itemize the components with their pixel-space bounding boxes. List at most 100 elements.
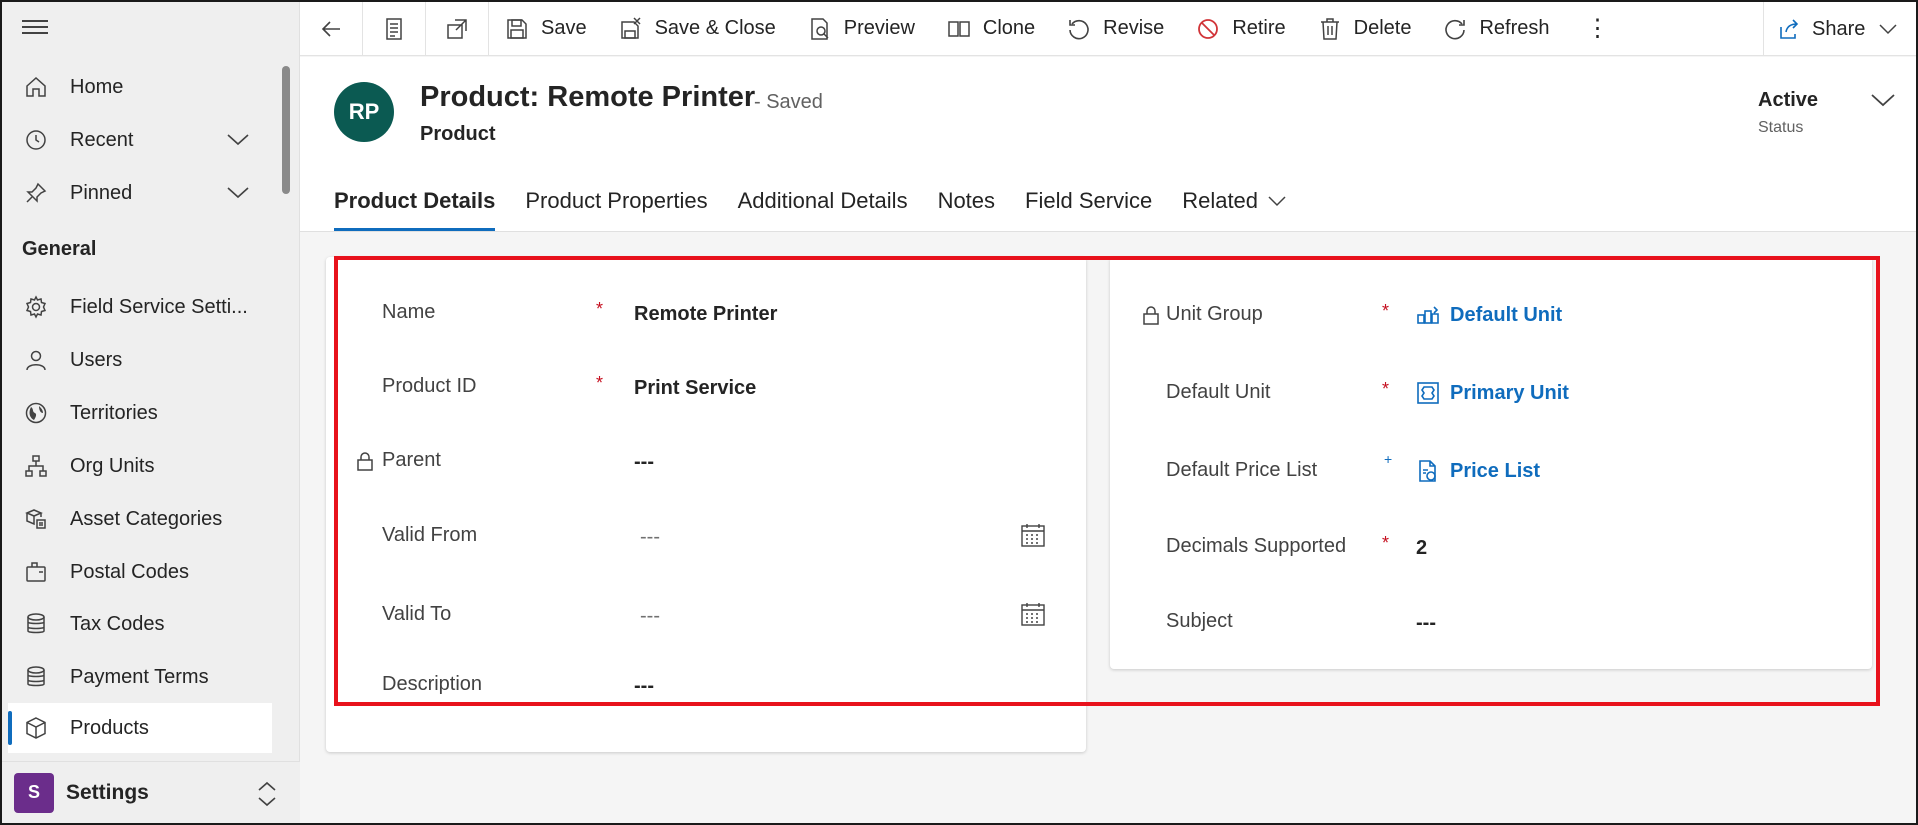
tab-additional-details[interactable]: Additional Details <box>738 171 908 231</box>
prohibited-icon <box>1198 18 1219 39</box>
sidebar-item-label: Tax Codes <box>70 612 165 635</box>
save-and-close-button[interactable]: Save & Close <box>603 2 792 56</box>
tab-notes[interactable]: Notes <box>938 171 995 231</box>
entity-name: Product <box>420 123 496 145</box>
sidebar-item-pinned[interactable]: Pinned <box>8 168 272 218</box>
share-button[interactable]: Share <box>1763 2 1916 56</box>
save-icon <box>507 18 527 39</box>
clone-label: Clone <box>982 17 1036 39</box>
lookup-value: Primary Unit <box>1450 381 1569 404</box>
preview-button[interactable]: Preview <box>792 2 931 56</box>
status-label: Status <box>1758 119 1804 136</box>
lookup-value: Price List <box>1450 459 1541 482</box>
page-title: Product: Remote Printer <box>420 81 756 113</box>
sidebar-item-label: Products <box>70 716 149 739</box>
field-label: Default Unit <box>1166 381 1271 403</box>
form-selector-button[interactable] <box>363 2 426 56</box>
open-new-window-button[interactable] <box>426 2 489 56</box>
default-unit-field: Default Unit * Primary Unit <box>1110 373 1872 413</box>
unit-icon <box>1417 382 1439 404</box>
sidebar-item-label: Pinned <box>70 181 133 204</box>
sidebar-item-home[interactable]: Home <box>8 62 272 112</box>
sidebar-item-asset-categories[interactable]: Asset Categories <box>8 494 272 544</box>
chevron-down-icon[interactable] <box>226 130 250 150</box>
chevron-down-icon <box>1268 196 1286 207</box>
delete-button[interactable]: Delete <box>1302 2 1428 56</box>
save-and-close-label: Save & Close <box>654 17 776 39</box>
database-icon <box>22 663 50 691</box>
calendar-icon[interactable] <box>1020 522 1046 548</box>
field-label: Decimals Supported <box>1166 535 1347 557</box>
sidebar-item-label: Home <box>70 75 124 98</box>
sidebar-item-payment-terms[interactable]: Payment Terms <box>8 652 272 702</box>
sidebar-item-label: Recent <box>70 128 134 151</box>
recommended-indicator: + <box>1384 451 1393 467</box>
form-icon <box>386 17 402 40</box>
tab-list: Product Details Product Properties Addit… <box>334 171 1316 231</box>
record-header: RP Product: Remote Printer - Saved Produ… <box>300 57 1916 232</box>
save-button[interactable]: Save <box>489 2 603 56</box>
chevron-down-icon[interactable] <box>226 183 250 203</box>
sidebar-item-recent[interactable]: Recent <box>8 115 272 165</box>
decimals-supported-input[interactable]: 2 <box>1416 537 1427 560</box>
valid-to-input[interactable]: --- <box>640 605 660 628</box>
sidebar-item-label: Postal Codes <box>70 560 189 583</box>
tab-product-properties[interactable]: Product Properties <box>525 171 707 231</box>
status-value: Active <box>1758 89 1819 111</box>
revise-button[interactable]: Revise <box>1051 2 1180 56</box>
default-unit-lookup[interactable]: Primary Unit <box>1416 381 1569 405</box>
hamburger-menu-icon[interactable] <box>22 16 48 38</box>
lock-icon <box>1143 306 1159 325</box>
clock-icon <box>22 126 50 154</box>
tab-field-service[interactable]: Field Service <box>1025 171 1152 231</box>
valid-from-input[interactable]: --- <box>640 526 660 549</box>
sidebar-item-org-units[interactable]: Org Units <box>8 441 272 491</box>
description-input[interactable]: --- <box>634 675 654 698</box>
area-badge: S <box>14 772 54 813</box>
sidebar-scrollbar[interactable] <box>282 66 290 194</box>
trash-icon <box>1320 17 1339 40</box>
tab-related[interactable]: Related <box>1182 171 1286 231</box>
refresh-label: Refresh <box>1479 17 1550 39</box>
required-indicator: * <box>596 299 604 319</box>
clone-button[interactable]: Clone <box>931 2 1051 56</box>
chevron-down-icon[interactable] <box>1870 91 1896 109</box>
sidebar-item-field-service-settings[interactable]: Field Service Setti... <box>8 282 272 332</box>
price-list-icon <box>1419 460 1436 482</box>
name-input[interactable]: Remote Printer <box>634 303 777 326</box>
sidebar-item-tax-codes[interactable]: Tax Codes <box>8 599 272 649</box>
product-id-input[interactable]: Print Service <box>634 377 756 400</box>
name-field: Name * Remote Printer <box>326 293 1086 333</box>
refresh-button[interactable]: Refresh <box>1427 2 1565 56</box>
arrow-left-icon <box>321 20 340 37</box>
parent-lookup[interactable]: --- <box>634 451 654 474</box>
retire-button[interactable]: Retire <box>1180 2 1301 56</box>
subject-lookup[interactable]: --- <box>1416 612 1436 635</box>
chevron-up-down-icon <box>258 781 276 807</box>
sidebar-item-territories[interactable]: Territories <box>8 388 272 438</box>
sidebar-item-users[interactable]: Users <box>8 335 272 385</box>
product-details-section: Name * Remote Printer Product ID * Print… <box>326 257 1086 752</box>
sidebar-item-label: Payment Terms <box>70 665 209 688</box>
save-and-close-icon <box>620 16 641 39</box>
tab-product-details[interactable]: Product Details <box>334 171 496 231</box>
default-price-list-field: Default Price List + Price List <box>1110 451 1872 491</box>
product-id-field: Product ID * Print Service <box>326 367 1086 407</box>
refresh-icon <box>1445 19 1466 39</box>
database-icon <box>22 610 50 638</box>
preview-label: Preview <box>843 17 915 39</box>
area-switcher[interactable]: S Settings <box>2 761 300 823</box>
back-button[interactable] <box>300 2 363 56</box>
delete-label: Delete <box>1353 17 1412 39</box>
price-list-lookup[interactable]: Price List <box>1416 459 1540 483</box>
required-indicator: * <box>1382 379 1390 399</box>
calendar-icon[interactable] <box>1020 601 1046 627</box>
lock-icon <box>357 452 373 471</box>
unit-group-lookup[interactable]: Default Unit <box>1416 303 1562 327</box>
home-icon <box>22 73 50 101</box>
more-commands-button[interactable]: ⋮ <box>1566 2 1630 56</box>
preview-icon <box>811 17 829 40</box>
sidebar-item-postal-codes[interactable]: Postal Codes <box>8 547 272 597</box>
sidebar-item-label: Asset Categories <box>70 507 223 530</box>
sidebar-item-products[interactable]: Products <box>8 703 272 753</box>
